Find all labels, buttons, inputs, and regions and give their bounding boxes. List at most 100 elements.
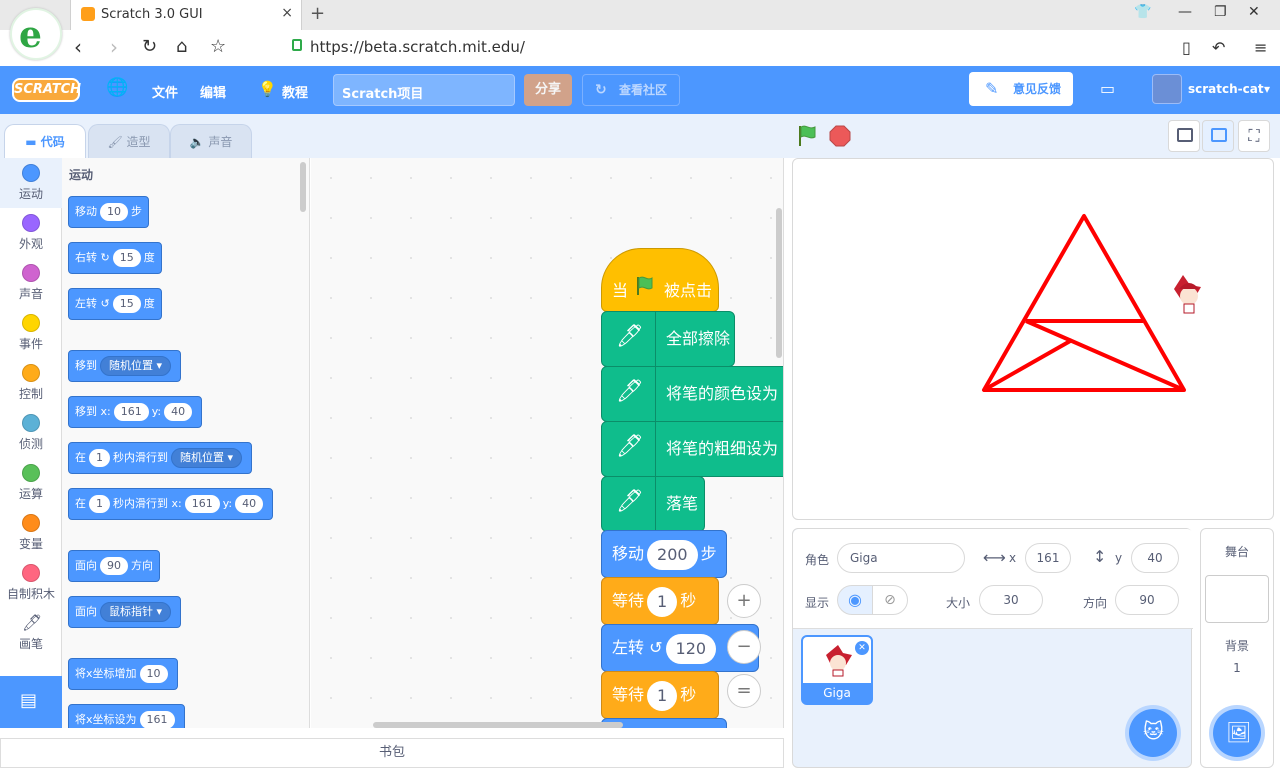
block-input[interactable]: 1	[647, 680, 678, 711]
block-set-x[interactable]: 将x坐标设为 161	[68, 704, 185, 728]
category-motion[interactable]: 运动	[0, 158, 62, 208]
reload-icon[interactable]: ↻	[142, 36, 157, 57]
green-flag-icon[interactable]	[796, 124, 820, 148]
block-input[interactable]: 15	[112, 249, 141, 267]
block-input[interactable]: 161	[113, 403, 149, 421]
project-title-input[interactable]: Scratch项目	[333, 74, 515, 106]
tab-close-button[interactable]: ×	[281, 5, 293, 21]
menu-icon[interactable]: ≡	[1254, 38, 1267, 57]
show-visible-eye-icon[interactable]: ◉	[837, 585, 873, 615]
stage-selector[interactable]: 舞台 背景 1 🖼	[1200, 528, 1274, 768]
zoom-out-button[interactable]: −	[727, 630, 761, 664]
close-window-icon[interactable]: ✕	[1248, 4, 1260, 20]
tab-sounds[interactable]: 🔈 声音	[170, 124, 252, 158]
block-input[interactable]: 1	[89, 449, 110, 467]
home-icon[interactable]: ⌂	[176, 36, 187, 57]
stage-thumbnail[interactable]	[1205, 575, 1269, 623]
block-input[interactable]: 1	[89, 495, 110, 513]
size-input[interactable]: 30	[979, 585, 1043, 615]
forward-icon[interactable]: ›	[110, 35, 118, 59]
block-pen-down[interactable]: 🖊 落笔	[601, 476, 705, 532]
block-turn-left[interactable]: 左转 ↺ 15 度	[68, 288, 162, 320]
sprite-giga[interactable]	[1174, 275, 1201, 314]
block-input[interactable]: 120	[665, 633, 717, 664]
browser-logo-icon[interactable]: e	[10, 8, 62, 60]
block-point-direction[interactable]: 面向 90 方向	[68, 550, 160, 582]
scratch-logo[interactable]: SCRATCH	[12, 78, 81, 102]
minimize-icon[interactable]: —	[1178, 4, 1192, 20]
block-dropdown[interactable]: 随机位置 ▾	[171, 448, 243, 468]
block-goto-xy[interactable]: 移到 x: 161 y: 40	[68, 396, 203, 428]
block-input[interactable]: 40	[235, 495, 264, 513]
address-bar[interactable]: https://beta.scratch.mit.edu/	[268, 36, 1088, 60]
add-sprite-button[interactable]: 🐱	[1129, 709, 1177, 757]
block-pen-clear[interactable]: 🖊 全部擦除	[601, 311, 735, 367]
zoom-reset-button[interactable]: =	[727, 674, 761, 708]
block-set-pen-size[interactable]: 🖊 将笔的粗细设为	[601, 421, 783, 477]
block-change-x[interactable]: 将x坐标增加 10	[68, 658, 178, 690]
block-input[interactable]: 161	[139, 711, 175, 728]
add-backdrop-button[interactable]: 🖼	[1213, 709, 1261, 757]
large-stage-button[interactable]	[1202, 120, 1234, 152]
feedback-button[interactable]: ✎ 意见反馈	[969, 72, 1073, 106]
undo-icon[interactable]: ↶	[1212, 38, 1225, 57]
sprite-tile[interactable]: ✕ Giga	[801, 635, 873, 705]
block-input[interactable]: 15	[112, 295, 141, 313]
block-glide[interactable]: 在 1 秒内滑行到 随机位置 ▾	[68, 442, 253, 474]
stop-icon[interactable]	[828, 124, 852, 148]
block-dropdown[interactable]: 鼠标指针 ▾	[100, 602, 172, 622]
new-tab-button[interactable]: +	[310, 3, 325, 24]
block-input[interactable]: 10	[139, 665, 168, 683]
backpack[interactable]: 书包	[0, 738, 784, 768]
category-sensing[interactable]: 侦测	[0, 408, 62, 458]
block-when-flag-clicked[interactable]: 当 被点击	[601, 248, 719, 312]
direction-input[interactable]: 90	[1115, 585, 1179, 615]
skin-icon[interactable]: 👕	[1134, 4, 1151, 20]
file-menu[interactable]: 文件	[152, 82, 178, 101]
category-events[interactable]: 事件	[0, 308, 62, 358]
category-sound[interactable]: 声音	[0, 258, 62, 308]
palette-scrollbar[interactable]	[300, 162, 306, 212]
block-goto[interactable]: 移到 随机位置 ▾	[68, 350, 182, 382]
zoom-in-button[interactable]: +	[727, 584, 761, 618]
share-button[interactable]: 分享	[524, 74, 572, 106]
block-point-towards[interactable]: 面向 鼠标指针 ▾	[68, 596, 182, 628]
y-input[interactable]: 40	[1131, 543, 1179, 573]
star-icon[interactable]: ☆	[210, 36, 226, 57]
language-globe-icon[interactable]: 🌐	[106, 77, 128, 98]
workspace-v-scrollbar[interactable]	[776, 208, 782, 358]
small-stage-button[interactable]	[1168, 120, 1200, 152]
tab-code[interactable]: ▬ 代码	[4, 124, 86, 158]
category-looks[interactable]: 外观	[0, 208, 62, 258]
sprite-name-input[interactable]: Giga	[837, 543, 965, 573]
reader-icon[interactable]: ▯	[1182, 38, 1191, 57]
delete-sprite-icon[interactable]: ✕	[855, 641, 869, 655]
category-pen[interactable]: 🖊 画笔	[0, 608, 62, 658]
block-dropdown[interactable]: 随机位置 ▾	[100, 356, 172, 376]
user-menu[interactable]: scratch-cat ▾	[1152, 74, 1272, 106]
category-control[interactable]: 控制	[0, 358, 62, 408]
tab-costumes[interactable]: 🖌 造型	[88, 124, 170, 158]
block-input[interactable]: 40	[164, 403, 193, 421]
block-input[interactable]: 1	[647, 586, 678, 617]
maximize-icon[interactable]: ❐	[1214, 4, 1227, 20]
add-extension-button[interactable]: ▤	[0, 676, 62, 728]
see-community-button[interactable]: ↻ 查看社区	[582, 74, 680, 106]
block-glide-xy[interactable]: 在 1 秒内滑行到 x: 161 y: 40	[68, 488, 274, 520]
stage-canvas[interactable]	[792, 158, 1274, 520]
block-move-steps[interactable]: 移动 200 步	[601, 530, 727, 578]
block-wait-seconds[interactable]: 等待 1 秒	[601, 671, 719, 719]
block-set-pen-color[interactable]: 🖊 将笔的颜色设为	[601, 366, 783, 422]
script-workspace[interactable]: 当 被点击 🖊 全部擦除 🖊 将笔的颜色设为 🖊 将笔的粗细设为 🖊 落笔 移动 200 步…	[311, 158, 784, 728]
fullscreen-icon[interactable]: ⛶	[1238, 120, 1270, 152]
category-operators[interactable]: 运算	[0, 458, 62, 508]
block-input[interactable]: 200	[647, 539, 698, 570]
block-wait-seconds[interactable]: 等待 1 秒	[601, 577, 719, 625]
block-input[interactable]: 161	[184, 495, 220, 513]
block-input[interactable]: 90	[100, 557, 128, 575]
block-move-steps[interactable]: 移动 10 步	[68, 196, 149, 228]
back-icon[interactable]: ‹	[74, 35, 82, 59]
hide-eye-icon[interactable]: ⊘	[872, 585, 908, 615]
tutorials-menu[interactable]: 教程	[282, 82, 308, 101]
block-input[interactable]: 10	[100, 203, 128, 221]
